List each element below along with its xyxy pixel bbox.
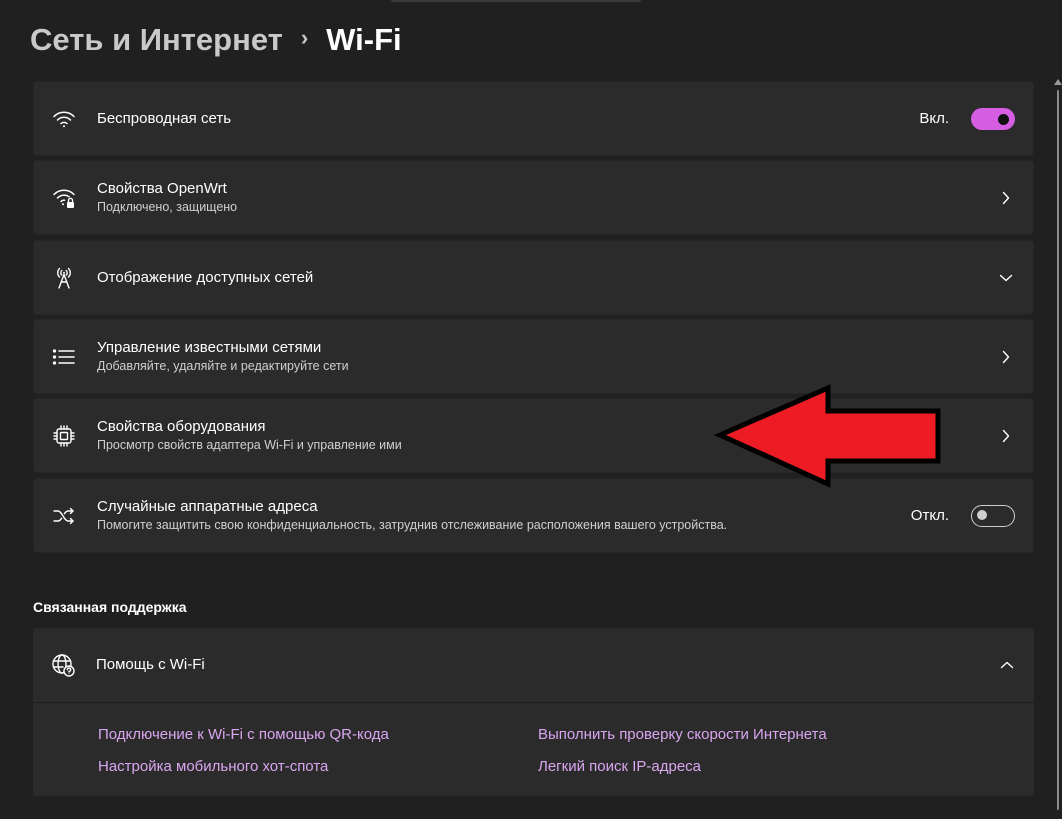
help-title: Помощь с Wi-Fi xyxy=(96,656,205,673)
chevron-right-icon xyxy=(999,429,1013,443)
top-scroll-hint xyxy=(390,0,642,2)
wifi-lock-icon xyxy=(52,186,76,210)
help-link-qr[interactable]: Подключение к Wi-Fi с помощью QR-кода xyxy=(98,726,389,743)
chevron-right-icon xyxy=(999,191,1013,205)
setting-network-properties[interactable]: Свойства OpenWrt Подключено, защищено xyxy=(33,160,1034,235)
section-title: Связанная поддержка xyxy=(33,599,187,615)
list-icon xyxy=(52,345,76,369)
help-header[interactable]: Помощь с Wi-Fi xyxy=(33,628,1034,703)
setting-subtitle: Помогите защитить свою конфиденциальност… xyxy=(97,518,728,532)
setting-title: Беспроводная сеть xyxy=(97,110,232,127)
setting-title: Случайные аппаратные адреса xyxy=(97,498,318,515)
shuffle-icon xyxy=(52,504,76,528)
help-links: Подключение к Wi-Fi с помощью QR-кода Вы… xyxy=(33,703,1034,796)
setting-wireless-network[interactable]: Беспроводная сеть Вкл. xyxy=(33,81,1034,156)
toggle-knob xyxy=(977,510,987,520)
chevron-right-icon xyxy=(999,350,1013,364)
setting-title: Отображение доступных сетей xyxy=(97,269,314,286)
setting-subtitle: Подключено, защищено xyxy=(97,200,238,214)
setting-subtitle: Просмотр свойств адаптера Wi-Fi и управл… xyxy=(97,438,402,452)
setting-random-hardware-addresses[interactable]: Случайные аппаратные адреса Помогите защ… xyxy=(33,478,1034,553)
toggle-knob xyxy=(998,113,1009,125)
help-link-ip[interactable]: Легкий поиск IP-адреса xyxy=(538,758,701,775)
wifi-icon xyxy=(52,107,76,131)
page-title: Wi-Fi xyxy=(326,22,402,57)
toggle-state-label: Откл. xyxy=(910,507,949,524)
breadcrumb: Сеть и Интернет › Wi-Fi xyxy=(30,18,402,62)
random-addresses-toggle[interactable] xyxy=(971,504,1015,527)
chip-icon xyxy=(52,424,76,448)
setting-manage-known-networks[interactable]: Управление известными сетями Добавляйте,… xyxy=(33,319,1034,394)
breadcrumb-separator: › xyxy=(300,25,309,50)
setting-title: Управление известными сетями xyxy=(97,339,322,356)
antenna-icon xyxy=(52,266,76,290)
chevron-down-icon xyxy=(999,271,1013,285)
globe-help-icon xyxy=(51,653,75,677)
wireless-toggle[interactable] xyxy=(971,107,1015,130)
setting-hardware-properties[interactable]: Свойства оборудования Просмотр свойств а… xyxy=(33,398,1034,473)
chevron-up-icon xyxy=(1000,658,1014,672)
scrollbar[interactable] xyxy=(1057,90,1059,810)
help-card: Помощь с Wi-Fi Подключение к Wi-Fi с пом… xyxy=(33,628,1034,796)
help-link-hotspot[interactable]: Настройка мобильного хот-спота xyxy=(98,758,328,775)
setting-title: Свойства оборудования xyxy=(97,418,266,435)
breadcrumb-parent[interactable]: Сеть и Интернет xyxy=(30,22,283,58)
setting-title: Свойства OpenWrt xyxy=(97,180,227,197)
setting-subtitle: Добавляйте, удаляйте и редактируйте сети xyxy=(97,359,349,373)
setting-show-available-networks[interactable]: Отображение доступных сетей xyxy=(33,240,1034,315)
toggle-state-label: Вкл. xyxy=(919,110,949,127)
scroll-up-arrow-icon[interactable] xyxy=(1054,78,1062,86)
help-link-speed-test[interactable]: Выполнить проверку скорости Интернета xyxy=(538,726,827,743)
